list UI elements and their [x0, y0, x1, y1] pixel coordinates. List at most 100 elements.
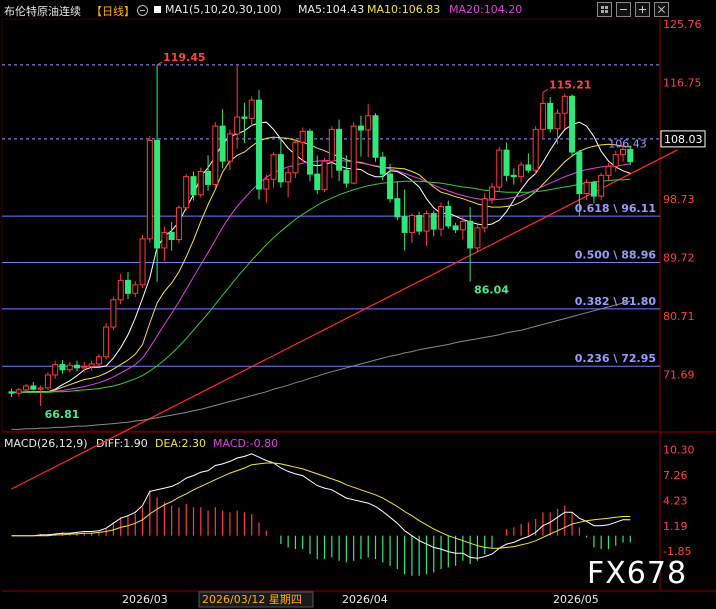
candle — [590, 180, 597, 204]
candle-body — [605, 165, 612, 176]
time-axis-label: 2026/03/12 星期四 — [202, 593, 302, 606]
candle-body — [59, 364, 66, 371]
candle-body — [438, 205, 445, 230]
candle — [525, 153, 532, 173]
candle-body — [459, 220, 466, 231]
candle — [154, 64, 161, 282]
candle-body — [190, 176, 197, 196]
candle-body — [569, 95, 576, 153]
candle-body — [627, 148, 634, 163]
candle — [117, 273, 124, 305]
candle-body — [74, 364, 81, 369]
candle-body — [212, 125, 219, 185]
price-axis-tick-label: 89.72 — [663, 252, 695, 265]
candle — [66, 361, 73, 373]
candle-body — [205, 170, 212, 185]
candle-body — [110, 299, 117, 328]
candle — [357, 115, 364, 157]
candle — [394, 181, 401, 221]
candle — [59, 360, 66, 374]
candle — [132, 280, 139, 298]
candle-body — [285, 172, 292, 183]
candle-body — [365, 115, 372, 131]
macd-diff-line — [11, 453, 631, 559]
candle-body — [576, 151, 583, 195]
candle — [350, 122, 357, 185]
candle — [161, 226, 168, 261]
candle-body — [430, 213, 437, 230]
candle — [518, 161, 525, 183]
candle-body — [37, 387, 44, 390]
candle-body — [539, 102, 546, 130]
candle — [212, 122, 219, 188]
candle-body — [510, 174, 517, 178]
macd-dea-line — [11, 462, 631, 549]
candle — [467, 207, 474, 282]
candle — [561, 93, 568, 129]
price-chart[interactable]: 125.76116.75107.7498.7389.7280.7171.690.… — [0, 0, 716, 609]
candle — [430, 210, 437, 237]
fib-level-label: 0.236 \ 72.95 — [575, 352, 656, 365]
candle-body — [503, 149, 510, 176]
candle-body — [525, 164, 532, 171]
candle-body — [321, 160, 328, 191]
candle-body — [467, 220, 474, 249]
candle-body — [532, 128, 539, 171]
candle-body — [15, 389, 22, 394]
candle — [401, 189, 408, 251]
candle — [103, 323, 110, 360]
candle-body — [343, 169, 350, 184]
candle — [23, 384, 30, 393]
candle-body — [132, 284, 139, 294]
candle — [488, 183, 495, 204]
candle-body — [95, 356, 102, 365]
candle-body — [277, 154, 284, 183]
fib-level-label: 0.382 \ 81.80 — [575, 295, 657, 308]
candle-body — [81, 366, 88, 369]
price-axis-tick-label: 71.69 — [663, 368, 695, 381]
candle — [95, 354, 102, 367]
candle — [124, 271, 131, 300]
candle-body — [350, 125, 357, 184]
candle-body — [423, 213, 430, 232]
candle-body — [496, 149, 503, 188]
low-annotation: 86.04 — [474, 283, 509, 296]
candle-body — [175, 207, 182, 241]
price-axis-tick-label: 80.71 — [663, 310, 695, 323]
candle — [15, 387, 22, 397]
high-annotation: 115.21 — [549, 78, 591, 91]
candle — [248, 96, 255, 127]
candle — [277, 137, 284, 188]
candle — [438, 202, 445, 237]
candle-body — [248, 99, 255, 119]
candle — [74, 360, 81, 372]
ma-line-ma30 — [11, 178, 631, 393]
macd-axis-tick-label: 4.23 — [663, 494, 688, 507]
candle — [372, 113, 379, 162]
candle — [408, 213, 415, 243]
candle — [496, 146, 503, 191]
candle-body — [23, 385, 30, 391]
candle-body — [8, 391, 15, 394]
candle — [532, 126, 539, 175]
candle — [503, 142, 510, 182]
low-annotation: 66.81 — [45, 408, 80, 421]
candle — [299, 127, 306, 162]
macd-axis-tick-label: 1.19 — [663, 520, 688, 533]
candle-body — [154, 139, 161, 249]
candle — [510, 168, 517, 185]
candle-body — [66, 364, 73, 371]
chart-window: 布伦特原油连续 【日线】 MA1(5,10,20,30,100) MA5:104… — [0, 0, 716, 609]
candle-body — [256, 99, 263, 190]
candle-body — [139, 238, 146, 286]
candle-body — [183, 176, 190, 209]
candle-body — [219, 125, 226, 162]
candle — [285, 168, 292, 198]
time-axis-label: 2026/04 — [342, 593, 388, 606]
macd-axis-tick-label: 10.30 — [663, 444, 695, 457]
candle-body — [408, 215, 415, 233]
candle-body — [401, 216, 408, 233]
candle-body — [241, 116, 248, 119]
candle — [88, 360, 95, 371]
candle — [547, 96, 554, 133]
